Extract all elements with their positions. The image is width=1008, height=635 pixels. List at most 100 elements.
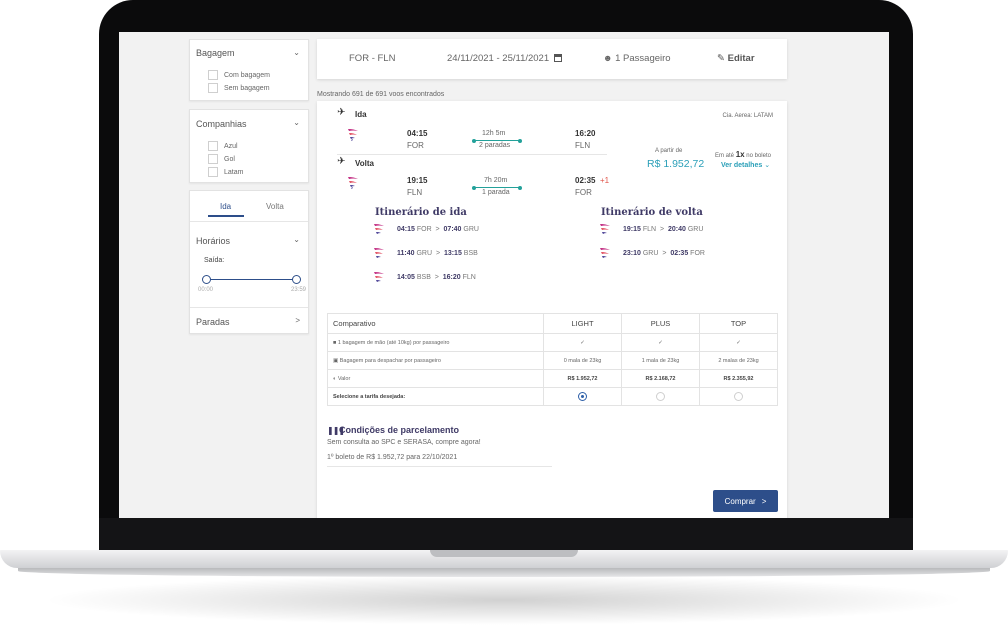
installments-line2: 1º boleto de R$ 1.952,72 para 22/10/2021 [327, 454, 458, 461]
stops-filter-title[interactable]: Paradas [196, 317, 230, 327]
table-row: Selecione a tarifa desejada: [327, 387, 778, 406]
route-line [474, 140, 520, 141]
checkbox[interactable] [208, 141, 218, 151]
tab-ida[interactable]: Ida [220, 202, 231, 211]
table-row-label: ▣ Bagagem para despachar por passageiro [327, 351, 544, 370]
leg-dep-time: 14:05 [397, 274, 415, 281]
table-cell: 0 mala de 23kg [543, 351, 622, 370]
leg-dep-airport: BSB [416, 274, 431, 281]
edit-search-button[interactable]: ✎ Editar [717, 53, 755, 64]
table-header: Comparativo [327, 313, 544, 334]
airline-option-latam[interactable]: Latam [208, 167, 243, 177]
chevron-right-icon[interactable]: > [295, 316, 300, 325]
carry-on-bag-icon: ■ [333, 339, 337, 346]
fare-radio-plus[interactable] [621, 387, 700, 406]
checkbox[interactable] [208, 154, 218, 164]
laptop-screen: Bagagem ⌄ Com bagagem Sem bagagem Compan… [119, 32, 889, 518]
view-details-label: Ver detalhes [721, 162, 763, 169]
leg-arr-time: 20:40 [667, 226, 686, 233]
leg-dep-time: 11:40 [397, 250, 415, 257]
baggage-option-with[interactable]: Com bagagem [208, 70, 270, 80]
latam-logo-icon [348, 177, 358, 189]
route-line [474, 187, 520, 188]
radio-button[interactable] [734, 392, 743, 401]
leg-arr-airport: FLN [462, 274, 476, 281]
slider-handle-min[interactable] [202, 275, 211, 284]
airline-filter-title: Companhias [196, 119, 247, 129]
arrow-right-icon: > [658, 226, 667, 233]
latam-logo-icon [600, 224, 610, 234]
slider-handle-max[interactable] [292, 275, 301, 284]
active-tab-indicator [208, 215, 244, 217]
airline-option-azul[interactable]: Azul [208, 141, 238, 151]
outbound-duration: 12h 5m [482, 130, 506, 137]
checkbox-label: Azul [224, 142, 238, 150]
tab-volta[interactable]: Volta [266, 202, 284, 211]
table-row: ◐ Valor R$ 1.952,72 R$ 2.168,72 R$ 2.355… [327, 369, 778, 388]
baggage-option-without[interactable]: Sem bagagem [208, 83, 270, 93]
chevron-down-icon[interactable]: ⌄ [293, 48, 300, 57]
fare-radio-light[interactable] [543, 387, 622, 406]
view-details-link[interactable]: Ver detalhes ⌄ [721, 161, 770, 169]
hours-filter-title: Horários [196, 236, 231, 246]
inbound-dep-airport: FLN [407, 188, 423, 197]
route-end-dot [518, 139, 522, 143]
checkbox[interactable] [208, 83, 218, 93]
lock-bag-icon: ▣ [333, 357, 339, 364]
table-cell: R$ 2.168,72 [621, 369, 700, 388]
leg-text: 19:15 FLN > 20:40 GRU [623, 226, 703, 233]
chevron-down-icon: ⌄ [764, 162, 771, 169]
leg-text: 11:40 GRU > 13:15 BSB [397, 250, 478, 257]
leg-text: 14:05 BSB > 16:20 FLN [397, 274, 476, 281]
leg-dep-airport: FLN [642, 226, 657, 233]
outbound-arr-time: 16:20 [575, 129, 596, 138]
search-summary-bar: FOR - FLN 24/11/2021 - 25/11/2021 ☻ 1 Pa… [317, 39, 787, 79]
airline-option-gol[interactable]: Gol [208, 154, 235, 164]
installments-suffix: no boleto [746, 153, 771, 159]
outbound-dep-time: 04:15 [407, 129, 428, 138]
check-icon: ✓ [699, 333, 778, 352]
installments-line1: Sem consulta ao SPC e SERASA, compre ago… [327, 439, 481, 446]
table-cell: 2 malas de 23kg [699, 351, 778, 370]
radio-button[interactable] [578, 392, 587, 401]
table-row: ▣ Bagagem para despachar por passageiro … [327, 351, 778, 370]
inbound-stops: 1 parada [482, 189, 510, 196]
inbound-label: Volta [355, 159, 374, 168]
checkbox[interactable] [208, 167, 218, 177]
route-text: FOR - FLN [349, 53, 396, 64]
chevron-down-icon[interactable]: ⌄ [293, 235, 300, 244]
results-count: Mostrando 691 de 691 voos encontrados [317, 91, 445, 98]
laptop-bezel-bottom [99, 518, 913, 552]
latam-logo-icon [374, 248, 384, 258]
checkbox-label: Latam [224, 168, 244, 176]
latam-logo-icon [374, 224, 384, 234]
leg-arr-airport: BSB [463, 250, 478, 257]
checkbox[interactable] [208, 70, 218, 80]
dates-field[interactable]: 24/11/2021 - 25/11/2021 [447, 53, 562, 64]
edit-icon: ✎ [717, 53, 725, 64]
arrow-right-icon: > [432, 274, 441, 281]
table-cell: R$ 2.355,92 [699, 369, 778, 388]
leg-dep-time: 04:15 [397, 226, 415, 233]
chevron-down-icon[interactable]: ⌄ [293, 118, 300, 127]
leg-dep-airport: GRU [642, 250, 659, 257]
plane-icon: ✈ [337, 107, 346, 118]
time-range-slider-track[interactable] [206, 279, 296, 280]
leg-dep-time: 23:10 [623, 250, 641, 257]
buy-button[interactable]: Comprar > [713, 490, 778, 512]
row-label-text: 1 bagagem de mão (até 10kg) por passagei… [337, 339, 450, 346]
fare-radio-top[interactable] [699, 387, 778, 406]
inbound-dep-time: 19:15 [407, 176, 428, 185]
table-header: LIGHT [543, 313, 622, 334]
passengers-field[interactable]: ☻ 1 Passageiro [603, 53, 671, 64]
divider [190, 221, 308, 222]
inbound-arr-airport: FOR [575, 188, 592, 197]
arrow-right-icon: > [434, 250, 442, 257]
table-cell: 1 mala de 23kg [621, 351, 700, 370]
leg-arr-time: 07:40 [443, 226, 462, 233]
latam-logo-icon [374, 272, 384, 282]
table-row-label: ◐ Valor [327, 369, 544, 388]
row-label-text: Valor [337, 375, 351, 382]
radio-button[interactable] [656, 392, 665, 401]
check-icon: ✓ [543, 333, 622, 352]
